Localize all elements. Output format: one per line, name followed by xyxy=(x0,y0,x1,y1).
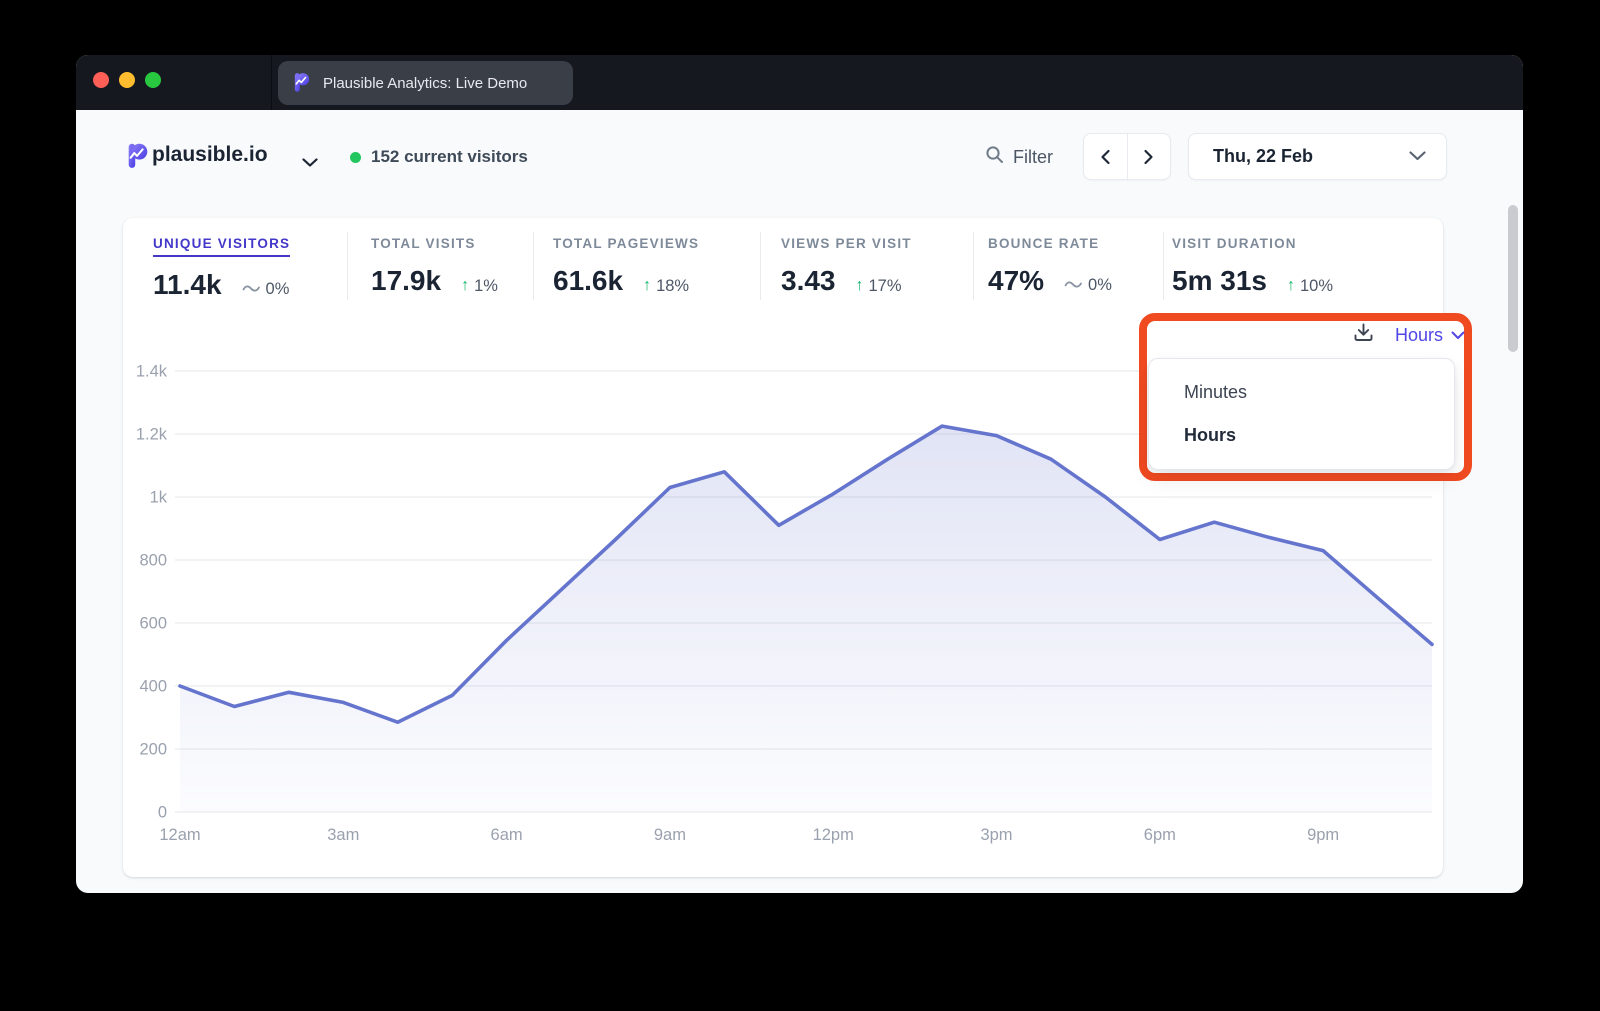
stat-label: VIEWS PER VISIT xyxy=(781,236,912,251)
previous-period-button[interactable] xyxy=(1084,134,1128,179)
svg-text:1.4k: 1.4k xyxy=(136,363,168,381)
stat-visit-duration[interactable]: VISIT DURATION 5m 31s ↑10% xyxy=(1172,235,1333,297)
up-trend-icon: ↑ xyxy=(461,277,469,295)
stat-value: 47% xyxy=(988,265,1044,297)
minimize-window-button[interactable] xyxy=(119,72,135,88)
svg-text:3pm: 3pm xyxy=(980,826,1012,844)
date-picker-button[interactable]: Thu, 22 Feb xyxy=(1188,133,1447,180)
stat-divider xyxy=(973,232,974,300)
live-visitors-dot-icon xyxy=(350,152,361,163)
interval-chevron-down-icon xyxy=(1451,331,1465,340)
stat-change: ↑1% xyxy=(461,277,498,296)
stat-value: 17.9k xyxy=(371,265,441,297)
browser-tab[interactable]: Plausible Analytics: Live Demo xyxy=(278,61,573,105)
stat-change: ↑17% xyxy=(856,277,902,296)
stat-value: 11.4k xyxy=(153,269,222,301)
close-window-button[interactable] xyxy=(93,72,109,88)
maximize-window-button[interactable] xyxy=(145,72,161,88)
svg-text:1k: 1k xyxy=(150,489,168,507)
flat-trend-icon xyxy=(242,283,261,294)
stat-divider xyxy=(1163,232,1164,300)
svg-text:9pm: 9pm xyxy=(1307,826,1339,844)
stat-views-per-visit[interactable]: VIEWS PER VISIT 3.43 ↑17% xyxy=(781,235,912,297)
flat-trend-icon xyxy=(242,280,261,299)
stat-change: 0% xyxy=(242,280,290,299)
interval-dropdown-menu: Minutes Hours xyxy=(1148,358,1455,470)
up-trend-icon: ↑ xyxy=(1287,277,1295,295)
stat-value: 61.6k xyxy=(553,265,623,297)
plausible-logo-icon xyxy=(125,140,151,173)
page-content: plausible.io 152 current visitors Filter… xyxy=(76,110,1523,893)
stat-label: BOUNCE RATE xyxy=(988,236,1099,251)
stat-label: VISIT DURATION xyxy=(1172,236,1297,251)
search-icon xyxy=(985,145,1005,170)
next-period-button[interactable] xyxy=(1128,134,1171,179)
stat-total-visits[interactable]: TOTAL VISITS 17.9k ↑1% xyxy=(371,235,498,297)
svg-text:600: 600 xyxy=(139,615,167,633)
interval-selector-row: Hours xyxy=(1295,314,1465,356)
stat-value: 5m 31s xyxy=(1172,265,1267,297)
svg-text:12am: 12am xyxy=(159,826,200,844)
tab-title: Plausible Analytics: Live Demo xyxy=(323,75,527,92)
plausible-favicon-icon xyxy=(292,70,312,97)
svg-text:12pm: 12pm xyxy=(813,826,854,844)
svg-text:800: 800 xyxy=(139,552,167,570)
date-chevron-down-icon xyxy=(1409,148,1426,166)
filter-button[interactable]: Filter xyxy=(985,145,1053,170)
filter-label: Filter xyxy=(1013,147,1053,168)
browser-window: Plausible Analytics: Live Demo plausible… xyxy=(76,55,1523,893)
dashboard-card: UNIQUE VISITORS 11.4k 0% TOTAL VISITS 17.9k ↑… xyxy=(123,218,1443,877)
svg-text:1.2k: 1.2k xyxy=(136,426,168,444)
svg-text:6pm: 6pm xyxy=(1144,826,1176,844)
svg-text:400: 400 xyxy=(139,678,167,696)
svg-text:6am: 6am xyxy=(491,826,523,844)
current-visitors-count[interactable]: 152 current visitors xyxy=(371,147,528,167)
svg-text:9am: 9am xyxy=(654,826,686,844)
date-label: Thu, 22 Feb xyxy=(1213,146,1409,167)
stat-value: 3.43 xyxy=(781,265,836,297)
stat-divider xyxy=(347,232,348,300)
svg-text:200: 200 xyxy=(139,741,167,759)
stat-label: TOTAL PAGEVIEWS xyxy=(553,236,699,251)
stat-divider xyxy=(533,232,534,300)
stat-change: 0% xyxy=(1064,276,1112,295)
stat-label: UNIQUE VISITORS xyxy=(153,236,290,257)
stat-change: ↑10% xyxy=(1287,277,1333,296)
interval-selected-label: Hours xyxy=(1395,325,1443,346)
stat-total-pageviews[interactable]: TOTAL PAGEVIEWS 61.6k ↑18% xyxy=(553,235,699,297)
flat-trend-icon xyxy=(1064,279,1083,290)
site-name[interactable]: plausible.io xyxy=(152,143,268,167)
date-nav-group xyxy=(1083,133,1171,180)
stat-change: ↑18% xyxy=(643,277,689,296)
download-export-icon[interactable] xyxy=(1352,321,1375,349)
stat-unique-visitors[interactable]: UNIQUE VISITORS 11.4k 0% xyxy=(153,235,290,301)
svg-text:0: 0 xyxy=(158,804,167,822)
up-trend-icon: ↑ xyxy=(643,277,651,295)
scrollbar-thumb[interactable] xyxy=(1508,205,1518,352)
titlebar: Plausible Analytics: Live Demo xyxy=(76,55,1523,110)
stat-bounce-rate[interactable]: BOUNCE RATE 47% 0% xyxy=(988,235,1112,297)
interval-option-minutes[interactable]: Minutes xyxy=(1184,382,1454,403)
stat-divider xyxy=(760,232,761,300)
up-trend-icon: ↑ xyxy=(856,277,864,295)
svg-text:3am: 3am xyxy=(327,826,359,844)
stat-label: TOTAL VISITS xyxy=(371,236,476,251)
interval-option-hours[interactable]: Hours xyxy=(1184,425,1454,446)
flat-trend-icon xyxy=(1064,276,1083,295)
interval-dropdown-toggle[interactable]: Hours xyxy=(1395,325,1465,346)
site-selector-chevron-down-icon[interactable] xyxy=(302,154,318,172)
tab-strip-divider xyxy=(271,55,272,110)
